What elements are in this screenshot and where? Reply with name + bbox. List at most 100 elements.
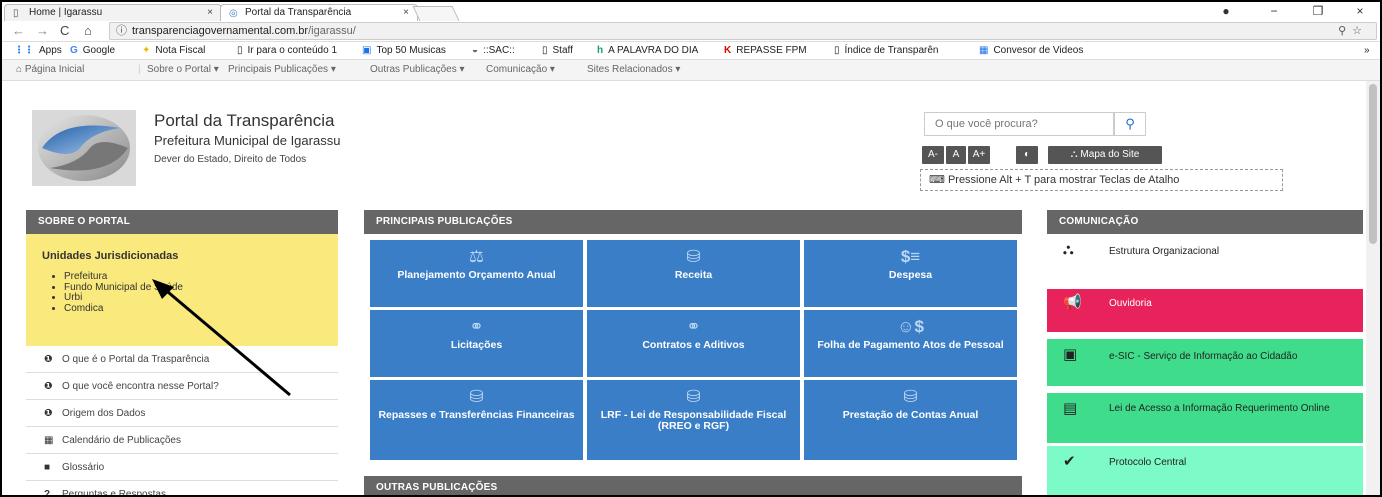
- new-tab-button[interactable]: [412, 6, 460, 21]
- handshake-icon: ⚭: [686, 317, 701, 336]
- page-icon: ▯: [834, 45, 840, 56]
- nav-comunicacao[interactable]: Comunicação ▾: [486, 60, 555, 80]
- tile-receita[interactable]: ⛁ Receita: [587, 240, 800, 307]
- sac-icon: ◒: [472, 45, 479, 56]
- link-estrutura[interactable]: ⛬ Estrutura Organizacional: [1047, 234, 1363, 288]
- link-calendario[interactable]: ▦ Calendário de Publicações: [26, 427, 338, 454]
- panel-heading-sobre: SOBRE O PORTAL: [26, 210, 338, 234]
- home-icon[interactable]: ⌂: [84, 22, 92, 40]
- link-esic[interactable]: ▣ e-SIC - Serviço de Informação ao Cidadã…: [1047, 339, 1363, 386]
- bookmarks-bar: ⋮⋮ Apps G Google ✦ Nota Fiscal ▯ Ir para o c…: [2, 42, 1380, 60]
- font-reset-button[interactable]: A: [946, 146, 966, 164]
- bookmark-repasse[interactable]: K REPASSE FPM: [724, 42, 807, 59]
- link-glossario[interactable]: ■ Glossário: [26, 454, 338, 481]
- close-tab-icon[interactable]: ×: [207, 5, 213, 20]
- tile-repasses[interactable]: ⛁ Repasses e Transferências Financeiras: [370, 380, 583, 460]
- home-icon: ⌂: [16, 64, 25, 75]
- forward-icon[interactable]: →: [36, 22, 49, 40]
- bookmark-apps[interactable]: ⋮⋮ Apps: [14, 42, 62, 59]
- scrollbar-thumb[interactable]: [1369, 84, 1377, 244]
- repasse-icon: K: [724, 45, 732, 56]
- apps-grid-icon: ⋮⋮: [14, 45, 34, 56]
- restore-button[interactable]: ❐: [1298, 2, 1338, 21]
- tab-label: Home | Igarassu: [29, 7, 103, 18]
- page-icon: ▯: [13, 8, 19, 19]
- nav-sobre[interactable]: Sobre o Portal ▾: [147, 60, 219, 80]
- bookmark-google[interactable]: G Google: [70, 42, 115, 59]
- coins-icon: ⛁: [686, 387, 701, 406]
- bookmark-nota-fiscal[interactable]: ✦ Nota Fiscal: [142, 42, 205, 59]
- tab-label: Portal da Transparência: [245, 7, 352, 18]
- payroll-icon: ☺$: [897, 317, 924, 336]
- nav-divider: |: [138, 64, 141, 75]
- money-icon: $≡: [900, 247, 921, 266]
- clipboard-check-icon: ✔: [1063, 453, 1076, 470]
- tile-licitacoes[interactable]: ⚭ Licitações: [370, 310, 583, 377]
- profile-icon[interactable]: ●: [1206, 2, 1246, 21]
- search-input[interactable]: [924, 112, 1114, 136]
- question-icon: ?: [44, 489, 51, 497]
- link-protocolo[interactable]: ✔ Protocolo Central: [1047, 446, 1363, 495]
- page-icon: ▯: [542, 45, 548, 56]
- bookmark-staff[interactable]: ▯ Staff: [542, 42, 573, 59]
- document-icon: ▤: [1063, 400, 1078, 417]
- zoom-star-icons[interactable]: ⚲☆: [1338, 23, 1368, 39]
- page-icon: ▯: [237, 45, 243, 56]
- tile-prestacao[interactable]: ⛁ Prestação de Contas Anual: [804, 380, 1017, 460]
- tile-lrf[interactable]: ⛁ LRF - Lei de Responsabilidade Fiscal (R…: [587, 380, 800, 460]
- right-panel: COMUNICAÇÃO ⛬ Estrutura Organizacional 📢 O…: [1047, 210, 1363, 495]
- link-perguntas[interactable]: ? Perguntas e Respostas: [26, 481, 338, 497]
- book-icon: ■: [44, 462, 51, 473]
- url-input[interactable]: ⓘ transparenciagovernamental.com.br/igar…: [109, 22, 1377, 40]
- balance-icon: ⚖: [468, 247, 485, 266]
- bookmark-palavra[interactable]: hA PALAVRA DO DIA: [597, 42, 698, 59]
- close-window-button[interactable]: ×: [1340, 2, 1380, 21]
- tile-contratos[interactable]: ⚭ Contratos e Aditivos: [587, 310, 800, 377]
- site-favicon-icon: ◎: [229, 8, 238, 19]
- info-icon: ❶: [44, 381, 53, 392]
- tile-planejamento[interactable]: ⚖ Planejamento Orçamento Anual: [370, 240, 583, 307]
- page-title: Portal da Transparência: [154, 111, 335, 130]
- contrast-button[interactable]: ◐: [1016, 146, 1038, 164]
- tab-home-igarassu[interactable]: ▯ Home | Igarassu ×: [4, 4, 222, 21]
- bookmark-ir-para[interactable]: ▯ Ir para o conteúdo 1: [237, 42, 337, 59]
- link-lai[interactable]: ▤ Lei de Acesso a Informação Requerimento…: [1047, 393, 1363, 443]
- url-host: transparenciagovernamental.com.br: [132, 25, 309, 37]
- bookmark-sac[interactable]: ◒::SAC::: [472, 42, 515, 59]
- site-header: Portal da Transparência Prefeitura Munic…: [2, 81, 1380, 203]
- site-nav: ⌂ Página Inicial | Sobre o Portal ▾ Prin…: [2, 60, 1380, 81]
- tile-folha[interactable]: ☺$ Folha de Pagamento Atos de Pessoal: [804, 310, 1017, 377]
- back-icon[interactable]: ←: [12, 22, 25, 40]
- link-ouvidoria[interactable]: 📢 Ouvidoria: [1047, 289, 1363, 332]
- font-decrease-button[interactable]: A-: [922, 146, 944, 164]
- nav-home[interactable]: ⌂ Página Inicial: [16, 60, 84, 80]
- id-card-icon: ▣: [1063, 346, 1078, 363]
- link-origem[interactable]: ❶ Origem dos Dados: [26, 400, 338, 427]
- google-icon: G: [70, 45, 78, 56]
- site-map-button[interactable]: ⛬ Mapa do Site: [1048, 146, 1162, 164]
- sitemap-icon: ⛬: [1070, 149, 1081, 160]
- bookmark-top50[interactable]: ▣ Top 50 Musicas: [362, 42, 446, 59]
- nota-fiscal-icon: ✦: [142, 45, 151, 56]
- minimize-button[interactable]: −: [1254, 2, 1294, 21]
- tile-despesa[interactable]: $≡ Despesa: [804, 240, 1017, 307]
- megaphone-icon: 📢: [1063, 294, 1082, 311]
- bookmark-indice[interactable]: ▯ Índice de Transparên: [834, 42, 938, 59]
- nav-principais[interactable]: Principais Publicações ▾: [228, 60, 336, 80]
- shortcut-hint: ⌨ Pressione Alt + T para mostrar Teclas …: [920, 169, 1283, 191]
- bookmarks-more[interactable]: »: [1364, 42, 1370, 59]
- slogan: Dever do Estado, Direito de Todos: [154, 154, 307, 165]
- annotation-arrow: [152, 279, 291, 397]
- font-increase-button[interactable]: A+: [968, 146, 990, 164]
- panel-heading-outras: OUTRAS PUBLICAÇÕES: [364, 476, 1022, 495]
- bookmark-conversor[interactable]: ▦ Convesor de Videos: [979, 42, 1083, 59]
- panel-heading-principais: PRINCIPAIS PUBLICAÇÕES: [364, 210, 1022, 234]
- nav-outras[interactable]: Outras Publicações ▾: [370, 60, 465, 80]
- org-chart-icon: ⛬: [1063, 241, 1074, 258]
- tab-portal-transparencia[interactable]: ◎ Portal da Transparência ×: [220, 4, 418, 21]
- search-button[interactable]: ⚲: [1114, 112, 1146, 136]
- close-tab-icon[interactable]: ×: [403, 5, 409, 20]
- nav-sites[interactable]: Sites Relacionados ▾: [587, 60, 680, 80]
- coins-icon: ⛁: [686, 247, 701, 266]
- reload-icon[interactable]: C: [60, 22, 69, 40]
